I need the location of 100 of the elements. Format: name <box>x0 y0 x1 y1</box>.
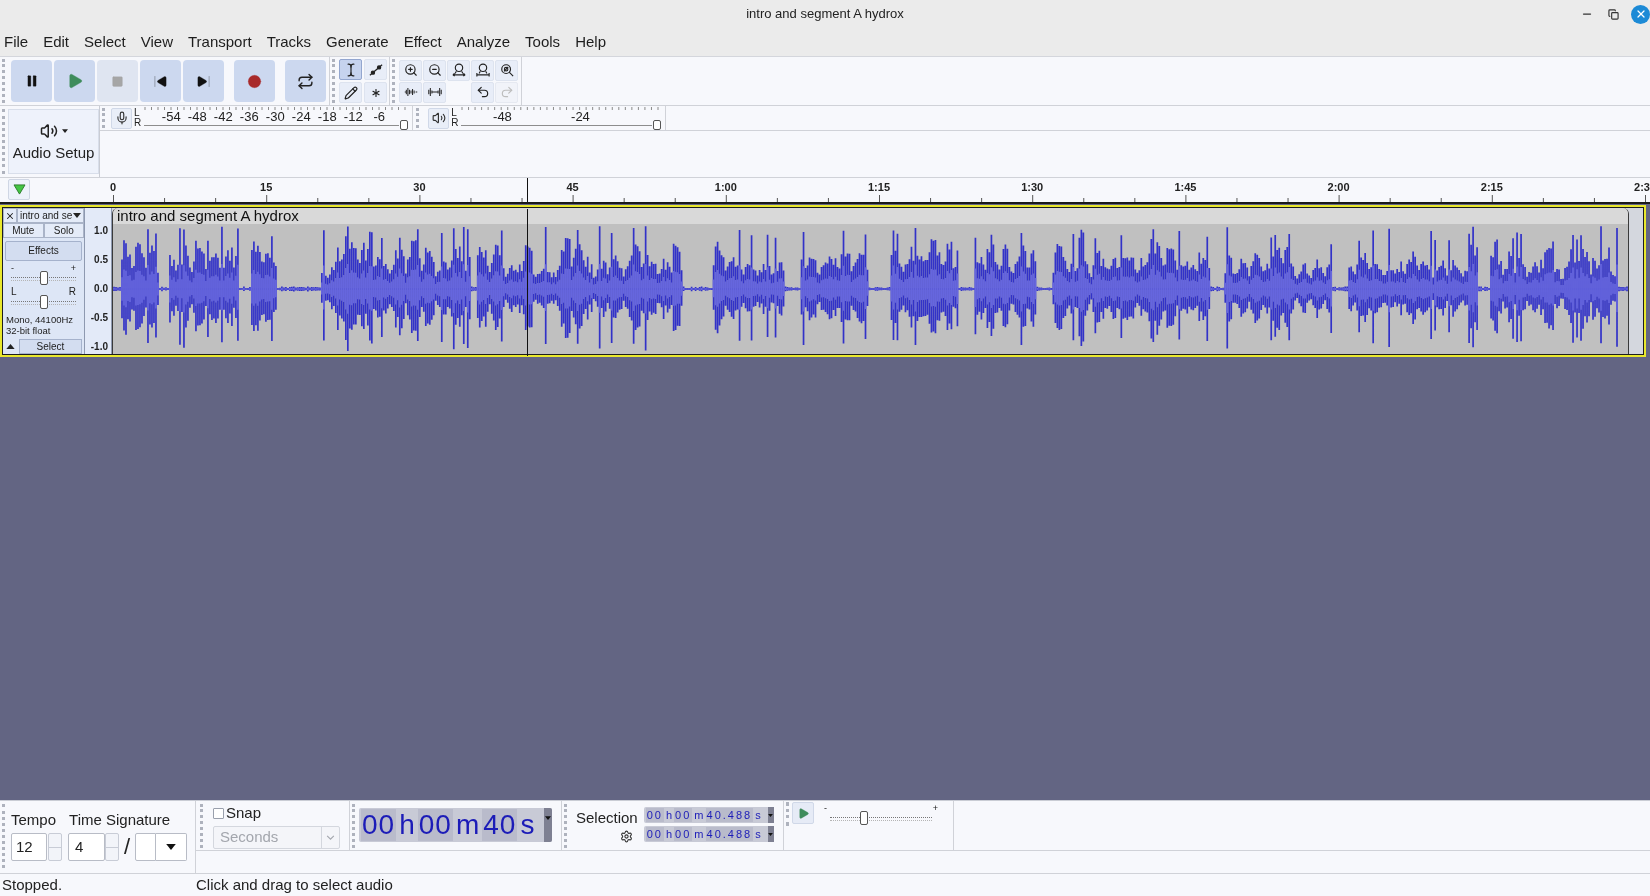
time-display[interactable]: 00 h 00 m 40 s <box>359 808 552 842</box>
play-at-speed-button[interactable] <box>792 802 814 824</box>
denominator-dropdown[interactable] <box>156 833 188 861</box>
menu-item[interactable]: Help <box>575 33 606 51</box>
slider-thumb[interactable] <box>39 295 48 309</box>
selection-time-field[interactable]: 00 h 00 m 40.488 s <box>643 826 774 842</box>
silence-button[interactable] <box>423 81 446 103</box>
envelope-tool-button[interactable] <box>364 59 387 80</box>
microphone-icon <box>114 111 129 125</box>
restore-button[interactable] <box>1605 6 1621 22</box>
time-digits: 00 <box>645 808 664 822</box>
magnifier-arrows-icon <box>451 63 466 77</box>
meter-tick-label: -24 <box>290 110 312 123</box>
time-digits: 00 <box>645 827 664 841</box>
toolbar-grip[interactable] <box>786 802 789 826</box>
record-button[interactable] <box>234 60 275 102</box>
status-text: Stopped. <box>1 874 64 895</box>
fit-selection-button[interactable] <box>447 59 470 81</box>
toolbar-grip[interactable] <box>332 59 335 103</box>
skip-to-end-button[interactable] <box>183 60 224 102</box>
zoom-toggle-button[interactable] <box>495 59 518 81</box>
multi-tool-button[interactable] <box>364 82 387 103</box>
numerator-field[interactable]: 4 <box>68 833 105 861</box>
toolbar-grip[interactable] <box>352 804 355 848</box>
menu-item[interactable]: Select <box>84 33 126 51</box>
time-digits: 00 <box>361 809 397 841</box>
restore-icon <box>1607 8 1619 20</box>
fit-project-button[interactable] <box>471 59 494 81</box>
ruler-label: 2:00 <box>1327 181 1350 193</box>
track-close-button[interactable] <box>3 208 17 223</box>
time-unit: s <box>754 808 762 822</box>
time-digits: 40.488 <box>705 827 754 841</box>
toolbar-grip[interactable] <box>2 59 5 103</box>
tempo-field[interactable]: 12 <box>11 833 47 861</box>
skip-to-start-button[interactable] <box>140 60 181 102</box>
denominator-field[interactable] <box>135 833 157 861</box>
toolbar-grip[interactable] <box>416 108 420 128</box>
toolbar-grip[interactable] <box>200 804 203 848</box>
menu-item[interactable]: Tracks <box>266 33 312 51</box>
menu-item[interactable]: File <box>4 33 29 51</box>
select-track-button[interactable]: Select <box>19 339 82 354</box>
meter-tick-label: -18 <box>316 110 338 123</box>
menu-item[interactable]: Edit <box>43 33 70 51</box>
menu-item[interactable]: Transport <box>188 33 252 51</box>
effects-button[interactable]: Effects <box>5 241 82 261</box>
zoom-out-button[interactable] <box>423 59 446 81</box>
speaker-button[interactable] <box>428 107 450 129</box>
skip-forward-icon <box>196 73 211 89</box>
menu-item[interactable]: Tools <box>525 33 561 51</box>
slider-thumb[interactable] <box>400 120 409 130</box>
clip-title-bar[interactable]: intro and segment A hydrox <box>113 208 1628 224</box>
undo-button[interactable] <box>471 81 494 103</box>
ruler-label: 15 <box>260 181 273 193</box>
amplitude-label: 0.0 <box>94 283 108 294</box>
loop-button[interactable] <box>285 60 326 102</box>
track-toggle-button[interactable]: Mute <box>3 223 44 238</box>
menu-item[interactable]: Analyze <box>456 33 511 51</box>
selection-time-field[interactable]: 00 h 00 m 40.488 s <box>643 807 774 823</box>
draw-tool-button[interactable] <box>339 82 362 103</box>
settings-icon[interactable] <box>619 830 633 843</box>
pan-left-label: L <box>11 287 17 297</box>
slider-thumb[interactable] <box>39 271 48 285</box>
zoom-in-button[interactable] <box>399 59 422 81</box>
ruler-label: 2:15 <box>1480 181 1503 193</box>
microphone-button[interactable] <box>111 107 132 129</box>
meter-tick-label: -24 <box>570 110 591 123</box>
trim-button[interactable] <box>399 81 422 103</box>
track-name-dropdown[interactable]: intro and se <box>17 208 84 223</box>
snap-label: Snap <box>226 804 262 822</box>
slider-thumb[interactable] <box>653 120 662 130</box>
menu-item[interactable]: Generate <box>326 33 389 51</box>
selection-tool-button[interactable] <box>339 59 362 80</box>
pause-button[interactable] <box>11 60 52 102</box>
speaker-icon <box>39 122 58 140</box>
ruler-label: 1:15 <box>868 181 890 193</box>
ruler-label: 2:3 <box>1634 181 1650 193</box>
toolbar-grip[interactable] <box>2 804 5 868</box>
time-unit: m <box>454 809 481 841</box>
toolbar-grip[interactable] <box>2 109 5 174</box>
timeline-ruler[interactable]: 0 15 30 45 1:00 1:15 1:30 1:45 2:00 2:15 2:3 <box>0 178 1650 204</box>
menu-item[interactable]: View <box>140 33 173 51</box>
time-unit: s <box>754 827 762 841</box>
toolbar-grip[interactable] <box>564 804 567 848</box>
track-toggle-button[interactable]: Solo <box>43 223 84 238</box>
caret-icon <box>61 129 68 133</box>
toolbar-grip[interactable] <box>392 59 395 103</box>
play-icon <box>796 806 810 820</box>
close-button[interactable] <box>1631 4 1650 24</box>
time-unit: h <box>664 827 674 841</box>
channel-label: R <box>134 118 142 128</box>
slider-thumb[interactable] <box>860 811 869 825</box>
play-head-button[interactable] <box>8 179 30 200</box>
magnifier-slash-icon <box>499 63 514 77</box>
toolbar-grip[interactable] <box>102 108 105 128</box>
redo-icon <box>499 85 514 99</box>
menu-item[interactable]: Effect <box>403 33 442 51</box>
pencil-icon <box>343 85 358 100</box>
audio-setup-button[interactable]: Audio Setup <box>8 109 99 174</box>
curve-points-icon <box>368 62 383 77</box>
amplitude-label: 1.0 <box>94 225 108 236</box>
